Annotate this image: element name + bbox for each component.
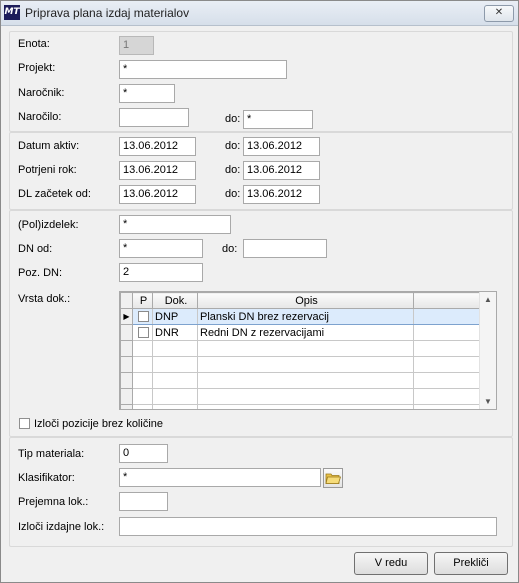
dl-zacetek-label: DL začetek od: — [18, 188, 91, 200]
tip-materiala-field[interactable]: 0 — [119, 444, 168, 463]
narocilo-to-field[interactable]: * — [243, 110, 313, 129]
vrsta-dok-label: Vrsta dok.: — [18, 293, 71, 305]
vrsta-dok-table: P Dok. Opis ▶ DNP Planski DN brez rezerv… — [120, 292, 480, 409]
izloci-pozicije-label: Izloči pozicije brez količine — [34, 418, 163, 430]
col-header-opis[interactable]: Opis — [197, 292, 414, 309]
polizdelek-label: (Pol)izdelek: — [18, 219, 79, 231]
datum-aktiv-from-field[interactable]: 13.06.2012 — [119, 137, 196, 156]
browse-button[interactable] — [323, 468, 343, 488]
potrjeni-rok-to-label: do: — [225, 164, 241, 176]
enota-field[interactable]: 1 — [119, 36, 154, 55]
dn-do-field[interactable] — [243, 239, 327, 258]
izloci-izdajne-label: Izloči izdajne lok.: — [18, 521, 105, 533]
window-title: Priprava plana izdaj materialov — [25, 6, 190, 20]
tip-materiala-label: Tip materiala: — [18, 448, 85, 460]
narocnik-field[interactable]: * — [119, 84, 175, 103]
row-pointer-icon: ▶ — [120, 308, 133, 325]
dn-od-field[interactable]: * — [119, 239, 203, 258]
enota-label: Enota: — [18, 38, 50, 50]
col-header-empty — [413, 292, 480, 309]
dialog-window: MT Priprava plana izdaj materialov ✕ Eno… — [0, 0, 519, 583]
folder-open-icon — [325, 473, 342, 484]
row-dok: DNR — [152, 324, 198, 341]
empty-row — [120, 356, 480, 373]
prejemna-lok-label: Prejemna lok.: — [18, 496, 89, 508]
grid-corner — [120, 292, 133, 309]
close-button[interactable]: ✕ — [484, 5, 514, 22]
scroll-up-icon[interactable]: ▲ — [484, 295, 492, 304]
dl-zacetek-from-field[interactable]: 13.06.2012 — [119, 185, 196, 204]
vrsta-dok-grid[interactable]: P Dok. Opis ▶ DNP Planski DN brez rezerv… — [119, 291, 497, 410]
projekt-label: Projekt: — [18, 62, 56, 74]
scroll-down-icon[interactable]: ▼ — [484, 397, 492, 406]
izloci-pozicije-checkbox[interactable] — [19, 418, 30, 429]
col-header-p[interactable]: P — [132, 292, 153, 309]
dl-zacetek-to-field[interactable]: 13.06.2012 — [243, 185, 320, 204]
narocilo-label: Naročilo: — [18, 111, 62, 123]
table-row[interactable]: DNR Redni DN z rezervacijami — [120, 324, 480, 341]
empty-row — [120, 340, 480, 357]
row-checkbox[interactable] — [138, 327, 149, 339]
narocilo-to-label: do: — [225, 113, 241, 125]
row-header — [120, 324, 133, 341]
ok-button[interactable]: V redu — [354, 552, 428, 575]
potrjeni-rok-to-field[interactable]: 13.06.2012 — [243, 161, 320, 180]
row-opis: Planski DN brez rezervacij — [197, 308, 414, 325]
cancel-button[interactable]: Prekliči — [434, 552, 508, 575]
prejemna-lok-field[interactable] — [119, 492, 168, 511]
dl-zacetek-to-label: do: — [225, 188, 241, 200]
grid-vertical-scrollbar[interactable]: ▲ ▼ — [479, 292, 496, 409]
row-checkbox[interactable] — [138, 311, 149, 323]
projekt-field[interactable]: * — [119, 60, 287, 79]
app-icon: MT — [4, 5, 20, 20]
klasifikator-field[interactable]: * — [119, 468, 321, 487]
poz-dn-field[interactable]: 2 — [119, 263, 203, 282]
narocnik-label: Naročnik: — [18, 87, 65, 99]
klasifikator-label: Klasifikator: — [18, 472, 75, 484]
datum-aktiv-label: Datum aktiv: — [18, 140, 80, 152]
narocilo-field[interactable] — [119, 108, 189, 127]
datum-aktiv-to-label: do: — [225, 140, 241, 152]
title-bar: MT Priprava plana izdaj materialov ✕ — [1, 1, 518, 26]
dn-do-label: do: — [222, 243, 238, 255]
dn-od-label: DN od: — [18, 243, 53, 255]
polizdelek-field[interactable]: * — [119, 215, 231, 234]
poz-dn-label: Poz. DN: — [18, 267, 63, 279]
col-header-dok[interactable]: Dok. — [152, 292, 198, 309]
izloci-izdajne-field[interactable] — [119, 517, 497, 536]
empty-row — [120, 404, 480, 409]
row-empty — [413, 308, 480, 325]
potrjeni-rok-from-field[interactable]: 13.06.2012 — [119, 161, 196, 180]
potrjeni-rok-label: Potrjeni rok: — [18, 164, 77, 176]
datum-aktiv-to-field[interactable]: 13.06.2012 — [243, 137, 320, 156]
row-empty — [413, 324, 480, 341]
row-opis: Redni DN z rezervacijami — [197, 324, 414, 341]
empty-row — [120, 372, 480, 389]
row-dok: DNP — [152, 308, 198, 325]
empty-row — [120, 388, 480, 405]
table-row[interactable]: ▶ DNP Planski DN brez rezervacij — [120, 308, 480, 325]
